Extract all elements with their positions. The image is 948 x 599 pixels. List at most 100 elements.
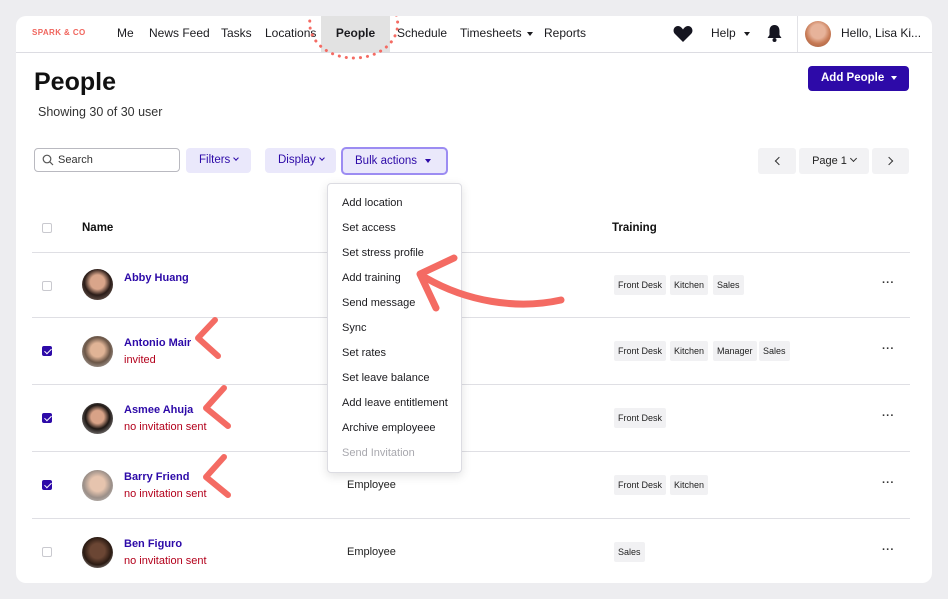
menu-item-add-training[interactable]: Add training <box>342 272 401 284</box>
table-divider <box>32 252 910 253</box>
avatar <box>82 336 113 367</box>
menu-item-set-access[interactable]: Set access <box>342 222 396 234</box>
training-tag: Front Desk <box>614 408 667 428</box>
user-menu[interactable]: Hello, Lisa Ki... <box>833 16 932 70</box>
caret-down-icon <box>743 31 750 36</box>
add-people-label: Add People <box>821 72 885 84</box>
nav-reports[interactable]: Reports <box>536 16 594 52</box>
menu-item-set-stress-profile[interactable]: Set stress profile <box>342 247 424 259</box>
user-role: Employee <box>347 479 396 491</box>
avatar <box>82 537 113 568</box>
table-divider <box>32 518 910 519</box>
invite-status: no invitation sent <box>124 555 207 567</box>
row-checkbox[interactable] <box>42 480 52 490</box>
nav-divider <box>797 16 798 52</box>
nav-me[interactable]: Me <box>109 16 142 52</box>
menu-item-send-message[interactable]: Send message <box>342 297 415 309</box>
row-more-button[interactable]: ··· <box>882 277 895 289</box>
menu-item-add-location[interactable]: Add location <box>342 197 403 209</box>
training-tag: Sales <box>614 542 645 562</box>
row-more-button[interactable]: ··· <box>882 477 895 489</box>
page-select[interactable]: Page 1 <box>799 148 869 174</box>
app-window: SPARK & CO Me News Feed Tasks Locations … <box>16 16 932 583</box>
user-name-link[interactable]: Asmee Ahuja <box>124 404 193 416</box>
column-training-header: Training <box>612 222 657 234</box>
search-placeholder: Search <box>58 154 93 166</box>
page-label: Page 1 <box>812 155 847 167</box>
caret-down-icon <box>425 158 432 163</box>
bell-icon[interactable] <box>766 24 783 43</box>
menu-item-archive-employee[interactable]: Archive employeee <box>342 422 436 434</box>
user-name-link[interactable]: Abby Huang <box>124 272 189 284</box>
menu-item-sync[interactable]: Sync <box>342 322 366 334</box>
row-more-button[interactable]: ··· <box>882 410 895 422</box>
user-name-link[interactable]: Ben Figuro <box>124 538 182 550</box>
invite-status: no invitation sent <box>124 488 207 500</box>
logo: SPARK & CO <box>32 28 86 37</box>
chevron-right-icon <box>884 156 894 166</box>
chevron-down-icon <box>318 155 325 161</box>
next-page-button[interactable] <box>872 148 909 174</box>
user-avatar[interactable] <box>805 21 831 47</box>
row-checkbox[interactable] <box>42 413 52 423</box>
filters-label: Filters <box>199 154 231 166</box>
nav-tasks[interactable]: Tasks <box>213 16 260 52</box>
filters-button[interactable]: Filters <box>186 148 251 173</box>
help-menu[interactable]: Help <box>703 16 758 52</box>
row-more-button[interactable]: ··· <box>882 343 895 355</box>
training-tag: Sales <box>713 275 744 295</box>
nav-timesheets-label: Timesheets <box>460 26 522 40</box>
chevron-left-icon <box>774 156 783 166</box>
row-checkbox[interactable] <box>42 547 52 557</box>
chevron-marker <box>195 317 221 359</box>
menu-item-send-invitation: Send Invitation <box>342 447 415 459</box>
training-tag: Manager <box>713 341 757 361</box>
user-name-link[interactable]: Barry Friend <box>124 471 189 483</box>
avatar <box>82 269 113 300</box>
nav-locations[interactable]: Locations <box>257 16 324 52</box>
select-all-checkbox[interactable] <box>42 223 52 233</box>
bulk-actions-button[interactable]: Bulk actions <box>341 147 448 175</box>
table-divider <box>32 384 910 385</box>
search-icon <box>42 154 54 166</box>
column-name-header: Name <box>82 222 114 234</box>
training-tag: Kitchen <box>670 341 709 361</box>
training-tag: Front Desk <box>614 475 667 495</box>
chevron-marker <box>203 385 231 429</box>
invite-status: invited <box>124 354 156 366</box>
display-button[interactable]: Display <box>265 148 336 173</box>
menu-item-set-rates[interactable]: Set rates <box>342 347 386 359</box>
chevron-down-icon <box>233 155 240 161</box>
menu-item-set-leave-balance[interactable]: Set leave balance <box>342 372 429 384</box>
help-label: Help <box>711 26 736 40</box>
caret-down-icon <box>891 75 898 80</box>
training-tag: Kitchen <box>670 275 709 295</box>
chevron-down-icon <box>849 154 857 163</box>
invite-status: no invitation sent <box>124 421 207 433</box>
search-input[interactable]: Search <box>34 148 180 172</box>
display-label: Display <box>278 154 316 166</box>
menu-item-add-leave-entitlement[interactable]: Add leave entitlement <box>342 397 448 409</box>
add-people-button[interactable]: Add People <box>808 66 909 91</box>
user-role: Employee <box>347 546 396 558</box>
chevron-marker <box>203 454 231 498</box>
heart-icon[interactable] <box>673 25 693 43</box>
bulk-actions-label: Bulk actions <box>355 155 418 167</box>
bulk-actions-menu: Add location Set access Set stress profi… <box>327 183 462 473</box>
user-name-link[interactable]: Antonio Mair <box>124 337 191 349</box>
avatar <box>82 403 113 434</box>
user-count: Showing 30 of 30 user <box>38 105 163 119</box>
row-checkbox[interactable] <box>42 281 52 291</box>
nav-schedule[interactable]: Schedule <box>389 16 455 52</box>
user-greeting: Hello, Lisa Ki... <box>841 26 922 40</box>
nav-timesheets[interactable]: Timesheets <box>452 16 541 52</box>
nav-people[interactable]: People <box>321 16 390 52</box>
row-more-button[interactable]: ··· <box>882 544 895 556</box>
training-tag: Sales <box>759 341 790 361</box>
training-tag: Kitchen <box>670 475 709 495</box>
nav-news-feed[interactable]: News Feed <box>141 16 218 52</box>
prev-page-button[interactable] <box>758 148 796 174</box>
avatar <box>82 470 113 501</box>
row-checkbox[interactable] <box>42 346 52 356</box>
training-tag: Front Desk <box>614 341 667 361</box>
